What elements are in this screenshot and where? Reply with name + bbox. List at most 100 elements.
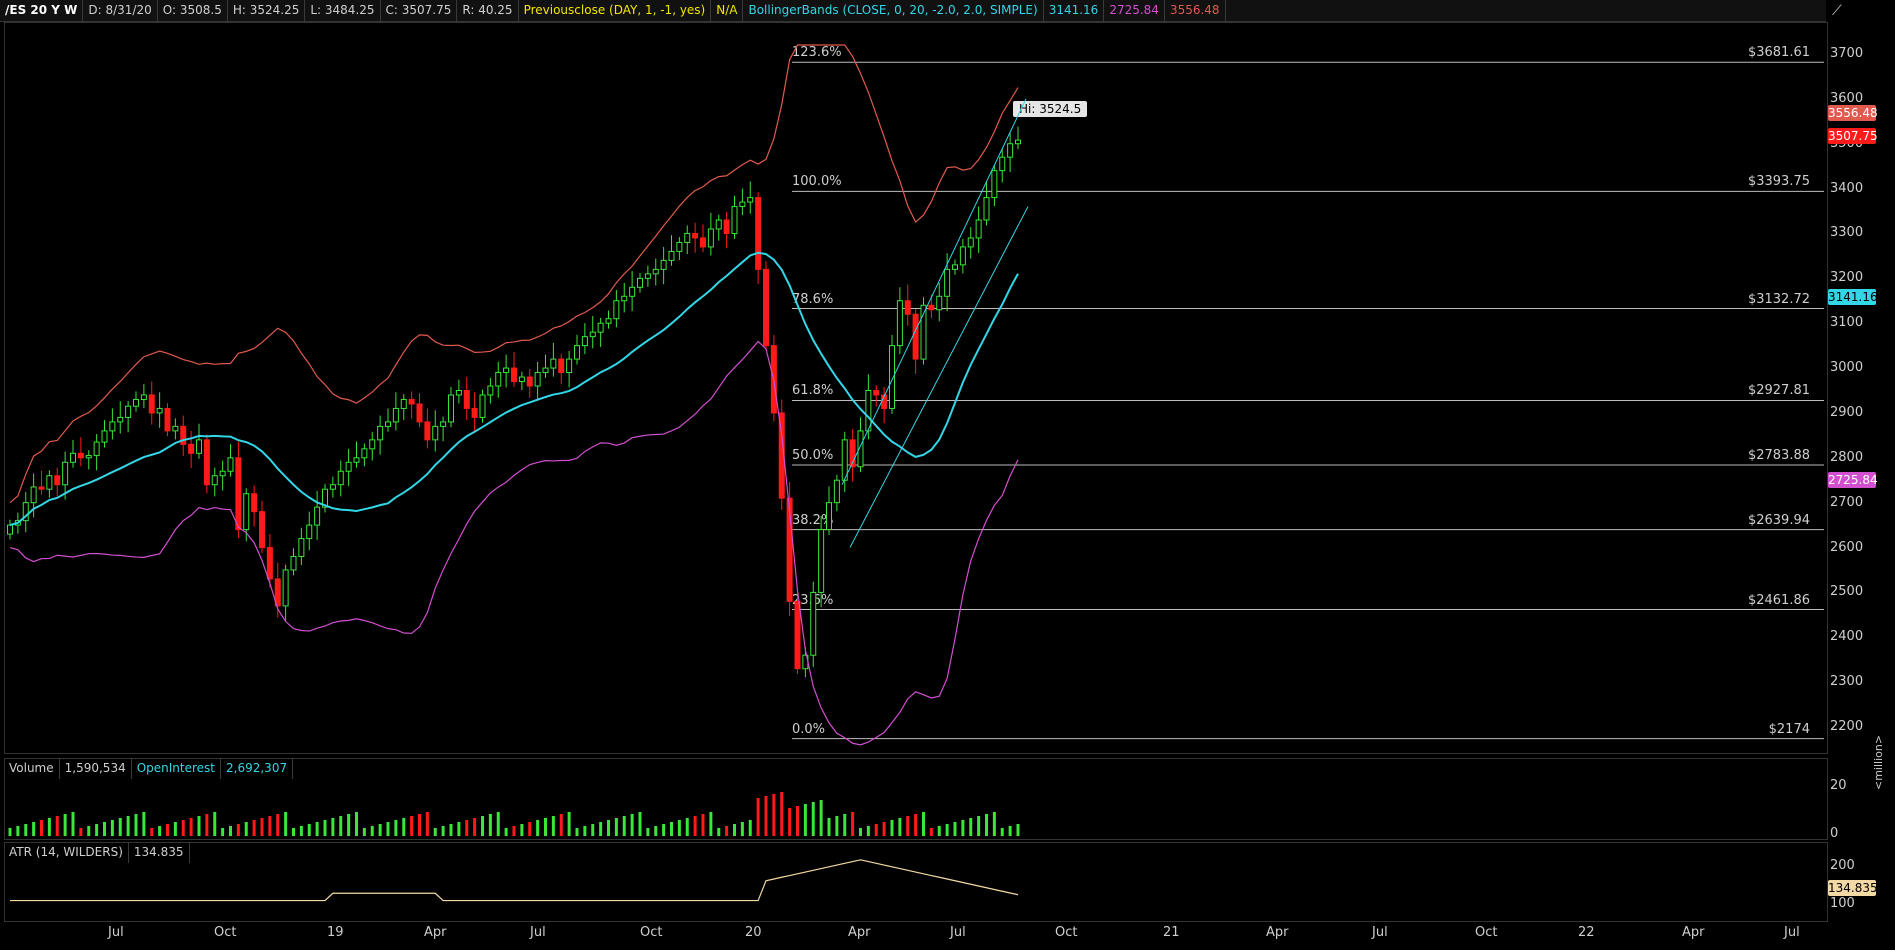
up-candle bbox=[7, 524, 13, 535]
up-candle bbox=[574, 345, 580, 360]
volume-bar bbox=[488, 814, 492, 836]
up-candle bbox=[298, 538, 305, 558]
up-candle bbox=[644, 273, 651, 279]
volume-bar bbox=[386, 822, 390, 836]
volume-bar bbox=[299, 826, 303, 836]
volume-bar bbox=[646, 828, 650, 836]
volume-bar bbox=[764, 796, 768, 836]
up-candle bbox=[731, 206, 738, 234]
up-candle bbox=[314, 506, 321, 526]
volume-bar bbox=[236, 824, 240, 836]
bollinger-mid-line bbox=[9, 251, 1019, 527]
down-candle bbox=[928, 304, 935, 311]
up-candle bbox=[936, 295, 943, 311]
volume-bar bbox=[898, 818, 902, 836]
up-candle bbox=[125, 405, 132, 418]
up-candle bbox=[975, 219, 982, 239]
volume-bar bbox=[221, 828, 225, 836]
up-candle bbox=[329, 484, 336, 490]
up-candle bbox=[172, 425, 179, 432]
up-candle bbox=[518, 376, 525, 383]
up-candle bbox=[629, 286, 636, 297]
volume-bar bbox=[441, 826, 445, 836]
up-candle bbox=[30, 486, 37, 504]
volume-bar bbox=[780, 792, 784, 836]
volume-bar bbox=[126, 816, 130, 836]
volume-bar bbox=[937, 826, 941, 836]
down-candle bbox=[558, 358, 565, 374]
up-candle bbox=[455, 390, 462, 396]
volume-bar bbox=[859, 828, 862, 836]
volume-bar bbox=[725, 826, 729, 836]
volume-bar bbox=[252, 820, 256, 836]
up-candle bbox=[70, 452, 76, 463]
up-candle bbox=[637, 277, 643, 288]
up-candle bbox=[85, 455, 92, 459]
volume-bar bbox=[103, 822, 106, 836]
up-candle bbox=[896, 300, 903, 347]
up-candle bbox=[534, 372, 541, 387]
volume-bar bbox=[512, 826, 516, 836]
volume-bar bbox=[607, 820, 610, 836]
volume-bar bbox=[284, 812, 288, 836]
volume-bar bbox=[276, 814, 280, 836]
volume-bar bbox=[796, 806, 799, 836]
volume-bar bbox=[79, 828, 83, 836]
volume-bar bbox=[244, 822, 248, 836]
down-candle bbox=[873, 390, 880, 396]
volume-bar bbox=[110, 820, 114, 836]
volume-bar bbox=[410, 816, 414, 836]
up-candle bbox=[983, 197, 990, 221]
volume-bar bbox=[465, 820, 469, 836]
up-candle bbox=[605, 318, 612, 324]
up-candle bbox=[676, 241, 683, 252]
volume-bar bbox=[882, 822, 886, 836]
volume-bar bbox=[16, 826, 20, 836]
volume-bar bbox=[835, 816, 839, 836]
volume-bar bbox=[567, 812, 571, 836]
volume-bar bbox=[685, 818, 689, 836]
chart-canvas[interactable] bbox=[0, 0, 1895, 950]
up-candle bbox=[109, 421, 116, 432]
volume-bar bbox=[292, 828, 295, 836]
up-candle bbox=[707, 228, 714, 248]
volume-bar bbox=[55, 816, 59, 836]
down-candle bbox=[471, 407, 478, 418]
volume-bar bbox=[150, 828, 154, 836]
up-candle bbox=[589, 331, 596, 338]
volume-bar bbox=[355, 812, 358, 836]
volume-bar bbox=[638, 812, 642, 836]
up-candle bbox=[818, 529, 825, 593]
volume-bar bbox=[748, 820, 752, 836]
volume-bar bbox=[339, 816, 343, 836]
volume-bar bbox=[260, 818, 264, 836]
down-candle bbox=[38, 486, 45, 490]
volume-bar bbox=[843, 814, 847, 836]
down-candle bbox=[463, 390, 470, 409]
volume-bar bbox=[969, 818, 973, 836]
volume-bar bbox=[551, 816, 555, 836]
down-candle bbox=[235, 457, 242, 531]
up-candle bbox=[597, 322, 604, 333]
up-candle bbox=[826, 502, 832, 531]
down-candle bbox=[54, 475, 61, 486]
up-candle bbox=[211, 475, 218, 486]
volume-bar bbox=[733, 824, 736, 836]
up-candle bbox=[668, 250, 675, 261]
up-candle bbox=[487, 385, 494, 396]
bollinger-upper-line bbox=[9, 44, 1019, 504]
down-candle bbox=[164, 407, 171, 432]
volume-bar bbox=[756, 798, 760, 836]
up-candle bbox=[503, 367, 510, 374]
up-candle bbox=[833, 479, 840, 504]
volume-bar bbox=[378, 824, 382, 836]
up-candle bbox=[369, 439, 376, 450]
up-candle bbox=[117, 416, 124, 423]
volume-bar bbox=[197, 816, 201, 836]
up-candle bbox=[196, 439, 202, 454]
volume-bar bbox=[347, 814, 351, 836]
up-candle bbox=[93, 441, 100, 457]
up-candle bbox=[392, 407, 399, 423]
volume-bar bbox=[331, 818, 335, 836]
up-candle bbox=[282, 569, 289, 607]
